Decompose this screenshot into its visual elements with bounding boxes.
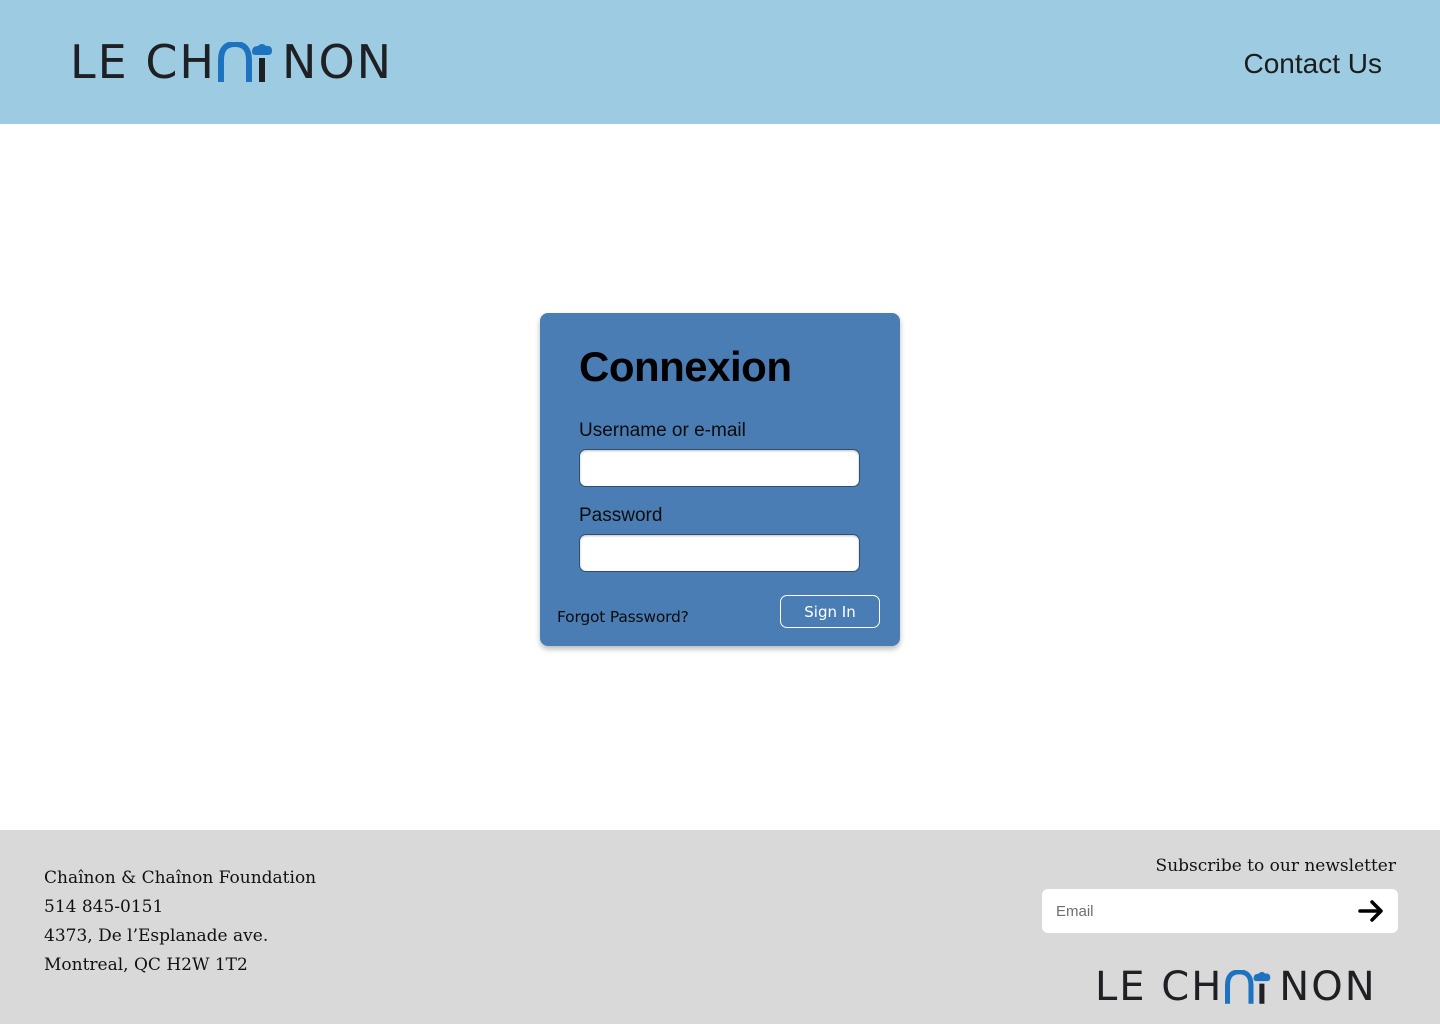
password-input[interactable] <box>579 534 860 572</box>
newsletter-email-input[interactable] <box>1042 889 1342 933</box>
site-header: LE CH NON Contact Us <box>0 0 1440 124</box>
password-label: Password <box>579 505 663 526</box>
logo-text-left: LE CH <box>70 35 217 89</box>
street-address: 4373, De l’Esplanade ave. <box>44 926 269 946</box>
city-address: Montreal, QC H2W 1T2 <box>44 955 248 975</box>
sign-in-button[interactable]: Sign In <box>780 595 880 628</box>
newsletter-form <box>1042 889 1398 933</box>
contact-address: Chaînon & Chaînon Foundation 514 845-015… <box>44 866 316 982</box>
phone-number: 514 845-0151 <box>44 897 164 917</box>
username-label: Username or e-mail <box>579 420 746 441</box>
site-logo[interactable]: LE CH NON <box>70 35 394 89</box>
contact-us-link[interactable]: Contact Us <box>1244 48 1383 80</box>
site-footer: Chaînon & Chaînon Foundation 514 845-015… <box>0 830 1440 1024</box>
newsletter-title: Subscribe to our newsletter <box>1155 856 1396 876</box>
login-card: Connexion Username or e-mail Password Fo… <box>540 313 900 646</box>
arrow-right-icon[interactable] <box>1358 898 1386 924</box>
footer-logo-text-right: NON <box>1279 964 1377 1010</box>
footer-logo-text-left: LE CH <box>1095 964 1224 1010</box>
house-a-i-logo-mark <box>218 40 280 82</box>
logo-text-right: NON <box>282 35 394 89</box>
organization-name: Chaînon & Chaînon Foundation <box>44 868 317 888</box>
login-title: Connexion <box>579 343 792 390</box>
house-a-i-logo-mark <box>1225 969 1277 1004</box>
forgot-password-link[interactable]: Forgot Password? <box>557 608 689 626</box>
username-input[interactable] <box>579 449 860 487</box>
footer-logo[interactable]: LE CH NON <box>1095 964 1377 1010</box>
